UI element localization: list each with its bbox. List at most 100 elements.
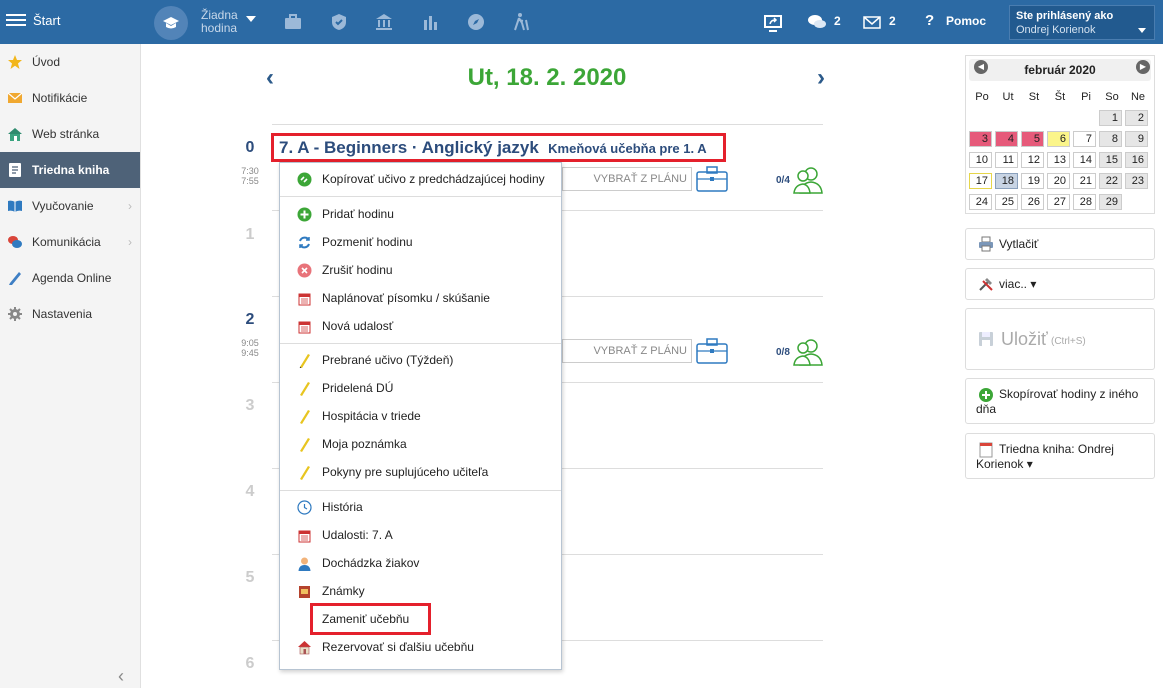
- menu-item-copy-from-previous[interactable]: Kopírovať učivo z predchádzajúcej hodiny: [280, 165, 561, 193]
- menu-item-reserve-classroom[interactable]: Rezervovať si ďalšiu učebňu: [280, 633, 561, 661]
- menu-item-plan-exam[interactable]: Naplánovať písomku / skúšanie: [280, 284, 561, 312]
- hiking-icon[interactable]: [511, 12, 531, 32]
- briefcase-icon[interactable]: [696, 166, 728, 192]
- menu-item-substitute-instructions[interactable]: Pokyny pre suplujúceho učiteľa: [280, 458, 561, 486]
- calendar-day[interactable]: 27: [1047, 194, 1070, 210]
- save-button[interactable]: Uložiť (Ctrl+S): [965, 308, 1155, 370]
- person-icon: [298, 557, 311, 571]
- pencil-icon: [300, 466, 310, 480]
- briefcase-icon[interactable]: [696, 338, 728, 364]
- students-icon[interactable]: [793, 166, 823, 194]
- class-book-owner-button[interactable]: Triedna kniha: Ondrej Korienok ▾: [965, 433, 1155, 479]
- calendar-day[interactable]: 26: [1021, 194, 1044, 210]
- chat-bubbles-icon[interactable]: [807, 12, 827, 32]
- calendar-weekday: Ne: [1130, 91, 1146, 103]
- calendar-day[interactable]: 12: [1021, 152, 1044, 168]
- menu-item-history[interactable]: História: [280, 493, 561, 521]
- lesson-selector[interactable]: Žiadna hodina: [201, 9, 243, 35]
- calendar-day[interactable]: 5: [1021, 131, 1044, 147]
- help-link[interactable]: Pomoc: [946, 14, 986, 28]
- calendar-day[interactable]: 23: [1125, 173, 1148, 189]
- calendar-day[interactable]: 9: [1125, 131, 1148, 147]
- briefcase-icon[interactable]: [283, 12, 303, 32]
- user-menu[interactable]: Ste prihlásený ako Ondrej Korienok: [1009, 5, 1155, 40]
- help-icon[interactable]: ?: [925, 12, 934, 29]
- menu-item-attendance[interactable]: Dochádzka žiakov: [280, 549, 561, 577]
- sidebar-item-komunikacia[interactable]: Komunikácia ›: [0, 224, 140, 260]
- copy-lessons-button[interactable]: Skopírovať hodiny z iného dňa: [965, 378, 1155, 424]
- menu-item-class-inspection[interactable]: Hospitácia v triede: [280, 402, 561, 430]
- calendar-day[interactable]: 8: [1099, 131, 1122, 147]
- menu-item-class-events[interactable]: Udalosti: 7. A: [280, 521, 561, 549]
- calendar-day[interactable]: 15: [1099, 152, 1122, 168]
- calendar-day[interactable]: 17: [969, 173, 992, 189]
- menu-item-modify-lesson[interactable]: Pozmeniť hodinu: [280, 228, 561, 256]
- menu-item-grades[interactable]: Známky: [280, 577, 561, 605]
- calendar-day[interactable]: 18: [995, 173, 1018, 189]
- menu-item-covered-topics[interactable]: Prebrané učivo (Týždeň): [280, 346, 561, 374]
- pencil-icon: [300, 382, 310, 396]
- select-from-plan-input[interactable]: VYBRAŤ Z PLÁNU: [562, 167, 692, 191]
- select-from-plan-input[interactable]: VYBRAŤ Z PLÁNU: [562, 339, 692, 363]
- menu-item-label: Kopírovať učivo z predchádzajúcej hodiny: [322, 172, 545, 186]
- sidebar-item-agenda-online[interactable]: Agenda Online: [0, 260, 140, 296]
- sidebar-item-triedna-kniha[interactable]: Triedna kniha: [0, 152, 140, 188]
- calendar-day[interactable]: 21: [1073, 173, 1096, 189]
- calendar-day[interactable]: 24: [969, 194, 992, 210]
- menu-item-new-event[interactable]: Nová udalosť: [280, 312, 561, 340]
- shield-icon[interactable]: [329, 12, 349, 32]
- printer-icon: [979, 236, 993, 252]
- lesson-title[interactable]: 7. A - Beginners · Anglický jazyk Kmeňov…: [271, 133, 726, 162]
- sidebar-item-notifikacie[interactable]: Notifikácie: [0, 80, 140, 116]
- calendar-day[interactable]: 19: [1021, 173, 1044, 189]
- calendar-day[interactable]: 20: [1047, 173, 1070, 189]
- collapse-sidebar-icon[interactable]: ‹: [118, 666, 124, 687]
- students-icon[interactable]: [793, 338, 823, 366]
- book-icon: [9, 163, 21, 177]
- previous-month-icon[interactable]: ◀: [974, 60, 988, 74]
- next-month-icon[interactable]: ▶: [1136, 60, 1150, 74]
- start-link[interactable]: Štart: [33, 13, 60, 28]
- calendar-day[interactable]: 10: [969, 152, 992, 168]
- lesson-subject[interactable]: 7. A - Beginners · Anglický jazyk: [279, 138, 539, 157]
- screen-share-icon[interactable]: [763, 13, 783, 33]
- sidebar-item-nastavenia[interactable]: Nastavenia: [0, 296, 140, 332]
- calendar-day[interactable]: 3: [969, 131, 992, 147]
- sidebar-item-web-stranka[interactable]: Web stránka: [0, 116, 140, 152]
- sidebar-item-label: Komunikácia: [32, 235, 101, 249]
- more-actions-button[interactable]: viac.. ▾: [965, 268, 1155, 300]
- hamburger-menu-icon[interactable]: [6, 11, 26, 31]
- menu-item-homework[interactable]: Pridelená DÚ: [280, 374, 561, 402]
- compass-icon[interactable]: [466, 12, 486, 32]
- calendar-day[interactable]: 1: [1099, 110, 1122, 126]
- bar-chart-icon[interactable]: [421, 12, 441, 32]
- calendar-day[interactable]: 22: [1099, 173, 1122, 189]
- calendar-day[interactable]: 16: [1125, 152, 1148, 168]
- lesson-room[interactable]: Kmeňová učebňa pre 1. A: [548, 141, 706, 156]
- sidebar-item-uvod[interactable]: Úvod: [0, 44, 140, 80]
- calendar-day[interactable]: 2: [1125, 110, 1148, 126]
- print-button[interactable]: Vytlačiť: [965, 228, 1155, 260]
- calendar-day[interactable]: 14: [1073, 152, 1096, 168]
- calendar-day[interactable]: 7: [1073, 131, 1096, 147]
- menu-item-add-lesson[interactable]: Pridať hodinu: [280, 200, 561, 228]
- mail-count[interactable]: 2: [889, 14, 896, 28]
- messages-count[interactable]: 2: [834, 14, 841, 28]
- calendar-day[interactable]: 28: [1073, 194, 1096, 210]
- calendar-day[interactable]: 29: [1099, 194, 1122, 210]
- menu-item-cancel-lesson[interactable]: Zrušiť hodinu: [280, 256, 561, 284]
- chevron-down-icon[interactable]: [1138, 28, 1146, 33]
- calendar-day[interactable]: 25: [995, 194, 1018, 210]
- calendar-day[interactable]: 4: [995, 131, 1018, 147]
- graduation-cap-icon[interactable]: [154, 6, 188, 40]
- next-day-button[interactable]: ›: [817, 64, 825, 92]
- institution-icon[interactable]: [374, 12, 394, 32]
- calendar-day[interactable]: 13: [1047, 152, 1070, 168]
- sidebar-item-vyucovanie[interactable]: Vyučovanie ›: [0, 188, 140, 224]
- pencil-icon: [299, 354, 310, 368]
- chevron-down-icon[interactable]: [246, 16, 256, 22]
- mail-icon[interactable]: [862, 12, 882, 32]
- calendar-day[interactable]: 11: [995, 152, 1018, 168]
- menu-item-my-note[interactable]: Moja poznámka: [280, 430, 561, 458]
- calendar-day[interactable]: 6: [1047, 131, 1070, 147]
